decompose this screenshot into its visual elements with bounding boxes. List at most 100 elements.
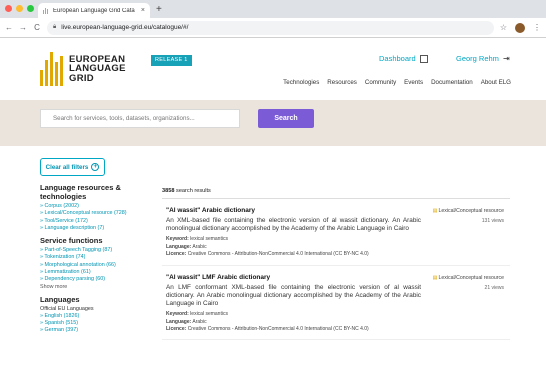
tab-bar: European Language Grid Cata × + (0, 0, 546, 18)
facet-item[interactable]: » Morphological annotation (66) (40, 262, 158, 269)
facet-item[interactable]: » German (397) (40, 327, 158, 334)
licence-value: Creative Commons - Attribution-NonCommer… (187, 326, 369, 333)
facet-item[interactable]: » Spanish (515) (40, 320, 158, 327)
browser-tab[interactable]: European Language Grid Cata × (38, 3, 150, 18)
results-count: 3858 search results (162, 188, 510, 199)
language-label: Language: (166, 243, 192, 250)
nav-technologies[interactable]: Technologies (283, 79, 319, 86)
result-description: An LMF conformant XML-based file contain… (166, 283, 421, 308)
address-bar[interactable]: 🔒︎ live.european-language-grid.eu/catalo… (47, 20, 494, 35)
reload-icon[interactable]: C (33, 23, 41, 32)
results-list: 3858 search results "Al wassit" Arabic d… (162, 188, 510, 341)
search-input[interactable]: Search for services, tools, datasets, or… (40, 109, 240, 128)
clear-filters-button[interactable]: Clear all filters + (40, 158, 105, 176)
lock-icon: 🔒︎ (53, 24, 57, 30)
result-type: ▤Lexical/Conceptual resource (433, 275, 504, 281)
dashboard-link[interactable]: Dashboard (379, 54, 428, 63)
tab-title: European Language Grid Cata (53, 7, 135, 14)
result-licence: Licence: Creative Commons - Attribution-… (166, 251, 510, 258)
facet-item[interactable]: » Dependency parsing (60) (40, 276, 158, 283)
address-bar-row: ← → C 🔒︎ live.european-language-grid.eu/… (0, 18, 546, 38)
logout-icon: ⇥ (502, 54, 510, 63)
licence-label: Licence: (166, 251, 187, 258)
nav-documentation[interactable]: Documentation (431, 79, 473, 86)
facet-item[interactable]: » Language description (7) (40, 225, 158, 232)
language-value: Arabic (192, 243, 207, 250)
facet-item[interactable]: » Tool/Service (172) (40, 218, 158, 225)
result-card: "Al wassit" LMF Arabic dictionary An LMF… (162, 266, 510, 341)
results-count-number: 3858 (162, 188, 175, 194)
keyword-label: Keyword: (166, 311, 189, 318)
result-card: "Al wassit" Arabic dictionary An XML-bas… (162, 199, 510, 266)
facet-list-languages: » English (1826) » Spanish (515) » Germa… (40, 313, 158, 335)
window-controls (5, 5, 34, 12)
filters-sidebar: Language resources & technologies » Corp… (40, 183, 158, 339)
plus-circle-icon: + (91, 163, 100, 171)
minimize-window-button[interactable] (16, 5, 23, 12)
logo-text: EUROPEAN LANGUAGE GRID RELEASE 1 (69, 55, 192, 84)
nav-about[interactable]: About ELG (481, 79, 511, 86)
browser-actions: ☆ ⋮ (500, 22, 541, 33)
language-value: Arabic (192, 318, 207, 325)
result-description: An XML-based file containing the electro… (166, 217, 421, 233)
dashboard-icon (419, 54, 428, 63)
facet-item[interactable]: » Lemmatization (61) (40, 269, 158, 276)
facet-subhead-eu-languages: Official EU Languages (40, 305, 94, 312)
logo-line-3: GRID (69, 72, 94, 84)
browser-chrome: European Language Grid Cata × + ← → C 🔒︎… (0, 0, 546, 38)
logo-bars-icon (40, 52, 63, 86)
keyword-value: lexical semantics (190, 236, 228, 243)
profile-avatar[interactable] (515, 22, 525, 33)
back-icon[interactable]: ← (5, 23, 13, 32)
keyword-value: lexical semantics (190, 311, 228, 318)
nav-resources[interactable]: Resources (327, 79, 357, 86)
search-band: Search for services, tools, datasets, or… (0, 100, 546, 146)
elg-logo[interactable]: EUROPEAN LANGUAGE GRID RELEASE 1 (40, 52, 192, 86)
dashboard-label: Dashboard (379, 54, 416, 63)
facet-item[interactable]: » Tokenization (74) (40, 254, 158, 261)
book-icon: ▤ (432, 274, 438, 281)
release-badge: RELEASE 1 (151, 54, 192, 67)
language-label: Language: (166, 318, 192, 325)
main-nav: Technologies Resources Community Events … (283, 79, 511, 86)
show-more-link[interactable]: Show more (40, 284, 158, 290)
tab-close-icon[interactable]: × (141, 7, 145, 14)
maximize-window-button[interactable] (27, 5, 34, 12)
clear-filters-label: Clear all filters (45, 163, 89, 171)
favicon-icon (43, 7, 49, 14)
facet-item[interactable]: » Lexical/Conceptual resource (728) (40, 210, 158, 217)
licence-value: Creative Commons - Attribution-NonCommer… (187, 251, 369, 258)
facet-item[interactable]: » Part-of-Speech Tagging (87) (40, 247, 158, 254)
result-views: 21 views (484, 284, 504, 291)
book-icon: ▤ (432, 208, 438, 214)
user-name: Georg Rehm (456, 54, 499, 63)
search-button[interactable]: Search (258, 109, 314, 128)
bookmark-star-icon[interactable]: ☆ (500, 23, 507, 32)
new-tab-button[interactable]: + (156, 4, 162, 15)
result-type: ▤Lexical/Conceptual resource (433, 208, 504, 214)
main-content: Clear all filters + Language resources &… (0, 146, 546, 369)
facet-title-languages: Languages (40, 294, 80, 304)
facet-list-resources: » Corpus (2002) » Lexical/Conceptual res… (40, 203, 158, 232)
browser-menu-icon[interactable]: ⋮ (533, 23, 541, 32)
facet-item[interactable]: » English (1826) (40, 313, 158, 320)
facet-list-service-functions: » Part-of-Speech Tagging (87) » Tokeniza… (40, 247, 158, 283)
result-type-label: Lexical/Conceptual resource (438, 274, 504, 281)
close-window-button[interactable] (5, 5, 12, 12)
result-language: Language: Arabic (166, 244, 510, 251)
results-count-label: search results (176, 188, 211, 194)
result-language: Language: Arabic (166, 319, 510, 326)
forward-icon[interactable]: → (19, 23, 27, 32)
nav-events[interactable]: Events (404, 79, 423, 86)
facet-title-service-functions: Service functions (40, 236, 103, 246)
result-type-label: Lexical/Conceptual resource (438, 208, 504, 214)
nav-community[interactable]: Community (365, 79, 396, 86)
site-header: EUROPEAN LANGUAGE GRID RELEASE 1 Dashboa… (0, 38, 546, 100)
url-text: live.european-language-grid.eu/catalogue… (61, 24, 189, 31)
licence-label: Licence: (166, 326, 187, 333)
result-keyword: Keyword: lexical semantics (166, 236, 510, 243)
result-keyword: Keyword: lexical semantics (166, 311, 510, 318)
user-menu[interactable]: Georg Rehm ⇥ (456, 54, 510, 63)
facet-item[interactable]: » Corpus (2002) (40, 203, 158, 210)
facet-title-resources: Language resources & technologies (40, 183, 121, 201)
